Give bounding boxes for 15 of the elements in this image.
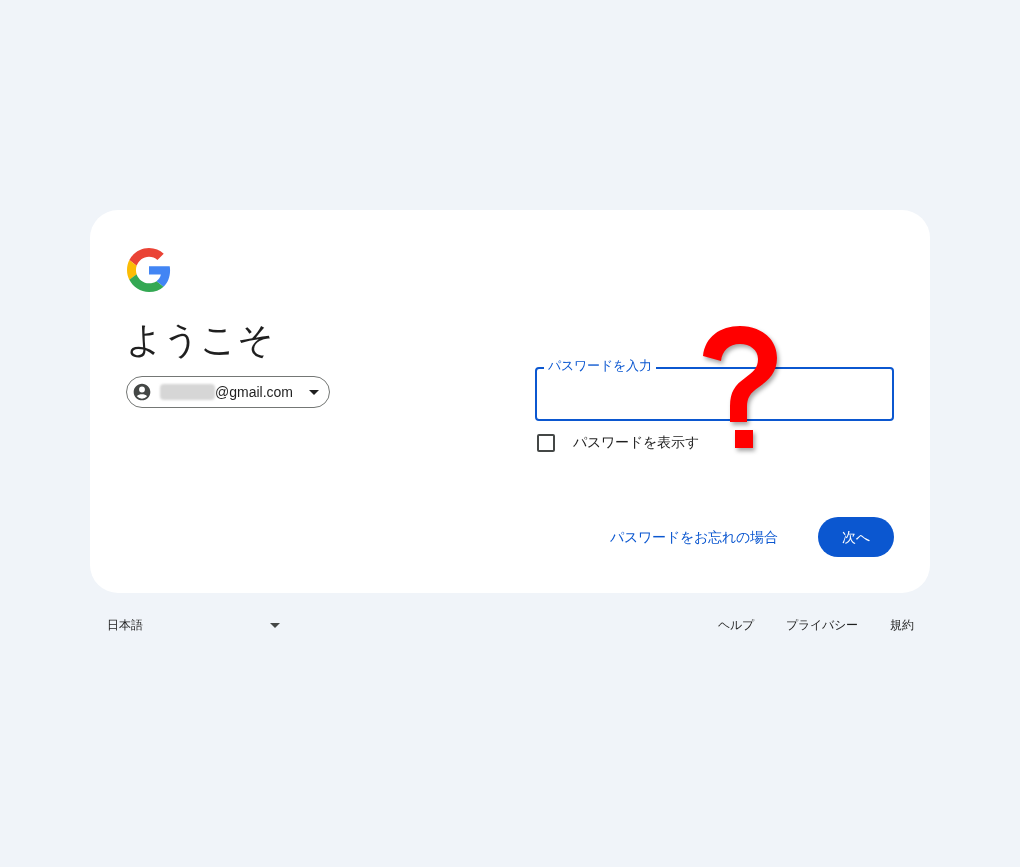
email-address: @gmail.com <box>215 382 293 402</box>
caret-icon <box>270 622 280 628</box>
heading: ようこそ <box>126 318 274 362</box>
caret-icon <box>309 389 319 395</box>
footer-link[interactable]: 規約 <box>890 616 914 634</box>
next-button[interactable]: 次へ <box>818 517 894 557</box>
blurred-text <box>160 384 215 400</box>
footer-link[interactable]: ヘルプ <box>718 616 754 634</box>
question-mark-icon <box>703 326 777 448</box>
footer-link[interactable]: プライバシー <box>786 616 858 634</box>
forgot-password-link[interactable]: パスワードをお忘れの場合 <box>610 526 778 548</box>
language-selector[interactable]: 日本語 <box>90 613 280 637</box>
checkbox-label: パスワードを表示す <box>573 433 699 452</box>
show-password-checkbox[interactable] <box>537 433 555 452</box>
google-logo-icon <box>127 248 171 292</box>
